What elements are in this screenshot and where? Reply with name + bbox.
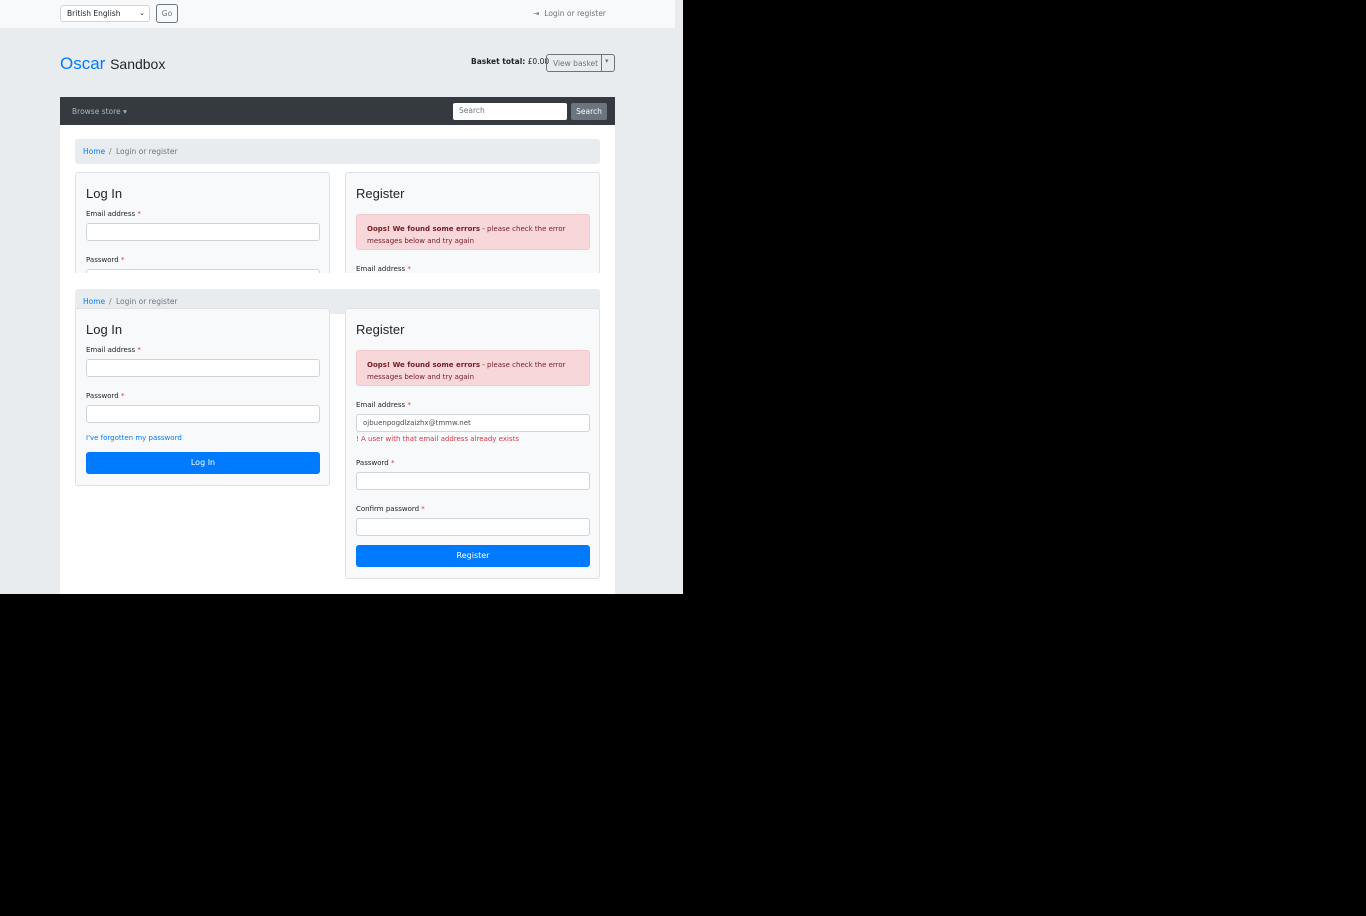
register-title: Register [356, 322, 405, 337]
top-bar: British English ⌄ Go ⇥ Login or register [0, 0, 675, 28]
breadcrumb-separator: / [109, 147, 112, 156]
email-error-message: ! A user with that email address already… [356, 435, 519, 443]
login-password-label-text: Password [86, 256, 119, 264]
login-email-field[interactable] [86, 359, 320, 377]
go-button[interactable]: Go [156, 4, 178, 23]
alert-strong: Oops! We found some errors [367, 361, 481, 369]
register-card: Register Oops! We found some errors - pl… [345, 172, 600, 273]
main-content-ghost: Home / Login or register Log In Email ad… [60, 125, 615, 273]
error-alert: Oops! We found some errors - please chec… [356, 350, 590, 386]
login-register-label: Login or register [544, 9, 606, 18]
register-email-label: Email address * [356, 401, 411, 409]
login-register-link[interactable]: ⇥ Login or register [533, 9, 606, 18]
login-password-field[interactable] [86, 405, 320, 423]
login-email-label-text: Email address [86, 210, 136, 218]
breadcrumb-home[interactable]: Home [83, 147, 105, 156]
alert-strong: Oops! We found some errors [367, 225, 481, 233]
login-card: Log In Email address * Password * [75, 172, 330, 273]
register-email-label: Email address * [356, 265, 411, 273]
login-email-label: Email address * [86, 210, 141, 218]
browse-store-label: Browse store [72, 107, 121, 116]
login-card: Log In Email address * Password * I've f… [75, 308, 330, 486]
caret-down-icon: ▾ [123, 107, 127, 116]
breadcrumb-separator: / [109, 297, 112, 306]
forgot-password-link[interactable]: I've forgotten my password [86, 434, 182, 442]
login-email-field[interactable] [86, 223, 320, 241]
register-email-value: ojbuenpogdlzaizhx@tmmw.net [363, 419, 471, 427]
brand-main: Oscar [60, 54, 106, 73]
required-marker: * [390, 459, 395, 467]
search-button[interactable]: Search [571, 103, 607, 120]
confirm-password-label: Confirm password * [356, 505, 425, 513]
chevron-down-icon: ⌄ [139, 9, 145, 17]
view-basket-button[interactable]: View basket ▾ [546, 54, 615, 72]
brand-logo[interactable]: Oscar Sandbox [60, 54, 165, 74]
login-button[interactable]: Log In [86, 452, 320, 474]
register-button[interactable]: Register [356, 545, 590, 567]
login-email-label-text: Email address [86, 346, 136, 354]
scroll-ghost-region: Home / Login or register Log In Email ad… [0, 125, 683, 273]
register-password-label: Password * [356, 459, 394, 467]
register-password-field[interactable] [356, 472, 590, 490]
register-email-label-text: Email address [356, 401, 406, 409]
button-divider [601, 55, 602, 71]
view-basket-label: View basket [553, 59, 599, 68]
required-marker: * [137, 210, 141, 218]
confirm-password-field[interactable] [356, 518, 590, 536]
language-select-value: British English [67, 9, 121, 18]
login-password-label-text: Password [86, 392, 119, 400]
required-marker: * [120, 256, 125, 264]
login-password-field[interactable] [86, 269, 320, 273]
search-input[interactable]: Search [453, 103, 567, 120]
login-title: Log In [86, 186, 123, 201]
breadcrumb-current: Login or register [116, 297, 178, 306]
login-password-label: Password * [86, 392, 124, 400]
register-password-label-text: Password [356, 459, 389, 467]
breadcrumb-home[interactable]: Home [83, 297, 105, 306]
browse-store-dropdown[interactable]: Browse store ▾ [72, 107, 127, 116]
brand-sub: Sandbox [110, 56, 166, 72]
required-marker: * [421, 505, 425, 513]
main-navbar: Browse store ▾ Search Search [60, 97, 615, 125]
login-password-label: Password * [86, 256, 124, 264]
alert-dash: - [480, 225, 488, 233]
register-email-label-text: Email address [356, 265, 406, 273]
browser-viewport: British English ⌄ Go ⇥ Login or register … [0, 0, 683, 594]
required-marker: * [120, 392, 125, 400]
error-alert: Oops! We found some errors - please chec… [356, 214, 590, 250]
breadcrumb-current: Login or register [116, 147, 178, 156]
register-title: Register [356, 186, 405, 201]
required-marker: * [407, 401, 411, 409]
required-marker: * [137, 346, 141, 354]
language-select[interactable]: British English ⌄ [60, 5, 150, 22]
required-marker: * [407, 265, 411, 273]
login-email-label: Email address * [86, 346, 141, 354]
basket-total-label: Basket total: [471, 57, 526, 66]
register-email-field[interactable]: ojbuenpogdlzaizhx@tmmw.net [356, 414, 590, 432]
register-card: Register Oops! We found some errors - pl… [345, 308, 600, 579]
alert-dash: - [480, 361, 488, 369]
login-title: Log In [86, 322, 123, 337]
confirm-password-label-text: Confirm password [356, 505, 420, 513]
sign-in-icon: ⇥ [533, 9, 540, 18]
caret-down-icon[interactable]: ▾ [605, 57, 609, 65]
basket-total: Basket total: £0.00 [471, 57, 549, 66]
breadcrumb: Home / Login or register [75, 139, 600, 164]
